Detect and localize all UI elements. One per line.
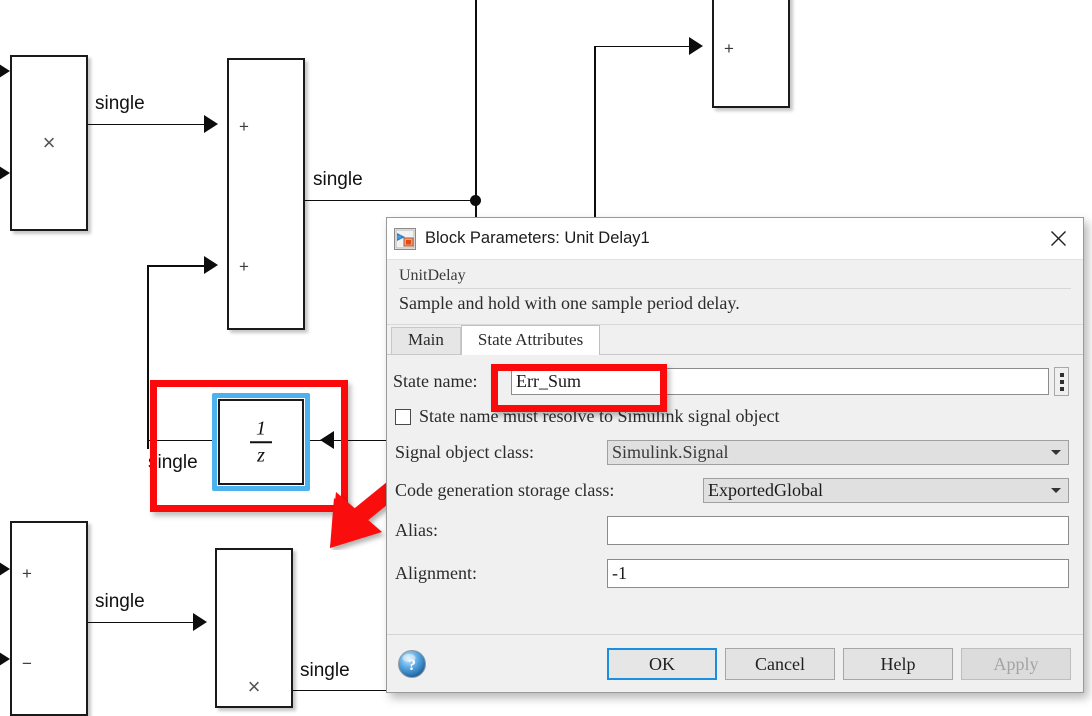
- sum-right-port-sign-1: +: [724, 39, 734, 58]
- wire-product-to-sum: [88, 124, 204, 125]
- help-button[interactable]: Help: [843, 647, 953, 680]
- input-arrow-sum-mid-2: [204, 256, 218, 274]
- ok-button[interactable]: OK: [607, 647, 717, 680]
- tab-state-attributes[interactable]: State Attributes: [460, 325, 601, 355]
- signal-label-1: single: [95, 93, 145, 114]
- signal-object-class-row: Signal object class: Simulink.Signal: [393, 440, 1069, 465]
- resolve-signal-object-checkbox[interactable]: [395, 408, 411, 425]
- sum-bottom-port-sign-2: −: [22, 654, 32, 673]
- sum-mid-port-sign-2: +: [239, 257, 249, 276]
- storage-class-select[interactable]: ExportedGlobal: [703, 478, 1069, 503]
- fraction-bar: [250, 441, 272, 443]
- unit-delay-numerator: 1: [256, 417, 266, 440]
- alignment-label: Alignment:: [395, 563, 477, 583]
- product-bottom-operator-symbol: ×: [247, 674, 261, 699]
- alias-input[interactable]: [607, 516, 1069, 545]
- dialog-title: Block Parameters: Unit Delay1: [425, 229, 650, 247]
- input-arrow-sum-bottom-2: [0, 650, 10, 668]
- alignment-row: Alignment: -1: [393, 559, 1069, 588]
- block-description-text: Sample and hold with one sample period d…: [399, 293, 740, 313]
- signal-object-class-label: Signal object class:: [395, 442, 534, 462]
- chevron-down-icon: [1051, 450, 1061, 455]
- input-arrow-product-bottom: [193, 613, 207, 631]
- signal-label-4: single: [95, 591, 145, 612]
- input-arrow-sum-bottom-1: [0, 560, 10, 578]
- dialog-button-bar: ? OK Cancel Help Apply: [387, 634, 1083, 692]
- block-type-label: UnitDelay: [399, 267, 1071, 289]
- alias-label: Alias:: [395, 520, 438, 540]
- dialog-titlebar: Block Parameters: Unit Delay1: [387, 218, 1083, 260]
- input-arrow-product-top-2: [0, 164, 10, 182]
- block-description-panel: UnitDelay Sample and hold with one sampl…: [387, 260, 1083, 325]
- unit-delay-transfer-fn: 1 z: [220, 418, 302, 466]
- dot-1: [1059, 372, 1064, 377]
- block-sum-top-right[interactable]: +: [712, 0, 790, 108]
- wire-sum-bottom-out: [88, 622, 204, 623]
- product-operator-symbol: ×: [42, 130, 56, 155]
- input-arrow-product-top-1: [0, 62, 10, 80]
- block-sum-top-mid[interactable]: + +: [227, 58, 305, 330]
- sum-mid-port-sign-1: +: [239, 117, 249, 136]
- close-x-glyph: [1050, 231, 1066, 246]
- annotation-rect-state-name: [491, 364, 667, 412]
- storage-class-row: Code generation storage class: ExportedG…: [393, 478, 1069, 503]
- storage-class-value: ExportedGlobal: [708, 480, 823, 500]
- block-product-top[interactable]: ×: [10, 55, 88, 231]
- chevron-down-icon-2: [1051, 488, 1061, 493]
- state-name-more-options-button[interactable]: [1054, 367, 1069, 396]
- signal-object-class-value: Simulink.Signal: [612, 442, 729, 462]
- svg-text:?: ?: [408, 657, 416, 674]
- wire-to-sum-right-vertical: [594, 46, 596, 222]
- cancel-button[interactable]: Cancel: [725, 647, 835, 680]
- input-arrow-sum-right-1: [689, 37, 703, 55]
- input-arrow-sum-mid-1: [204, 115, 218, 133]
- dot-3: [1059, 386, 1064, 391]
- wire-sum-out-1: [305, 200, 477, 201]
- wire-to-sum-right-horizontal: [594, 46, 690, 47]
- block-sum-bottom[interactable]: + −: [10, 521, 88, 716]
- block-parameters-dialog[interactable]: Block Parameters: Unit Delay1 UnitDelay …: [386, 217, 1084, 693]
- wire-branch-up: [475, 0, 477, 200]
- wire-feedback-horizontal: [147, 265, 205, 267]
- help-icon[interactable]: ?: [397, 649, 427, 679]
- wire-feedback-vertical: [147, 265, 149, 449]
- wire-product-bottom-out: [293, 690, 393, 691]
- signal-label-2: single: [313, 169, 363, 190]
- unit-delay-denominator: z: [257, 443, 265, 466]
- storage-class-label: Code generation storage class:: [395, 480, 615, 500]
- simulink-block-icon: [394, 227, 416, 250]
- dialog-tabstrip: Main State Attributes: [387, 325, 1083, 355]
- sum-bottom-port-sign-1: +: [22, 564, 32, 583]
- signal-label-5: single: [300, 660, 350, 681]
- close-icon[interactable]: [1041, 223, 1075, 255]
- alias-row: Alias:: [393, 516, 1069, 545]
- tab-main[interactable]: Main: [391, 327, 461, 354]
- apply-button: Apply: [961, 647, 1071, 680]
- alignment-input[interactable]: -1: [607, 559, 1069, 588]
- block-product-bottom[interactable]: ×: [215, 548, 293, 708]
- block-unit-delay[interactable]: 1 z: [218, 399, 304, 485]
- signal-object-class-select[interactable]: Simulink.Signal: [607, 440, 1069, 465]
- dot-2: [1059, 379, 1064, 384]
